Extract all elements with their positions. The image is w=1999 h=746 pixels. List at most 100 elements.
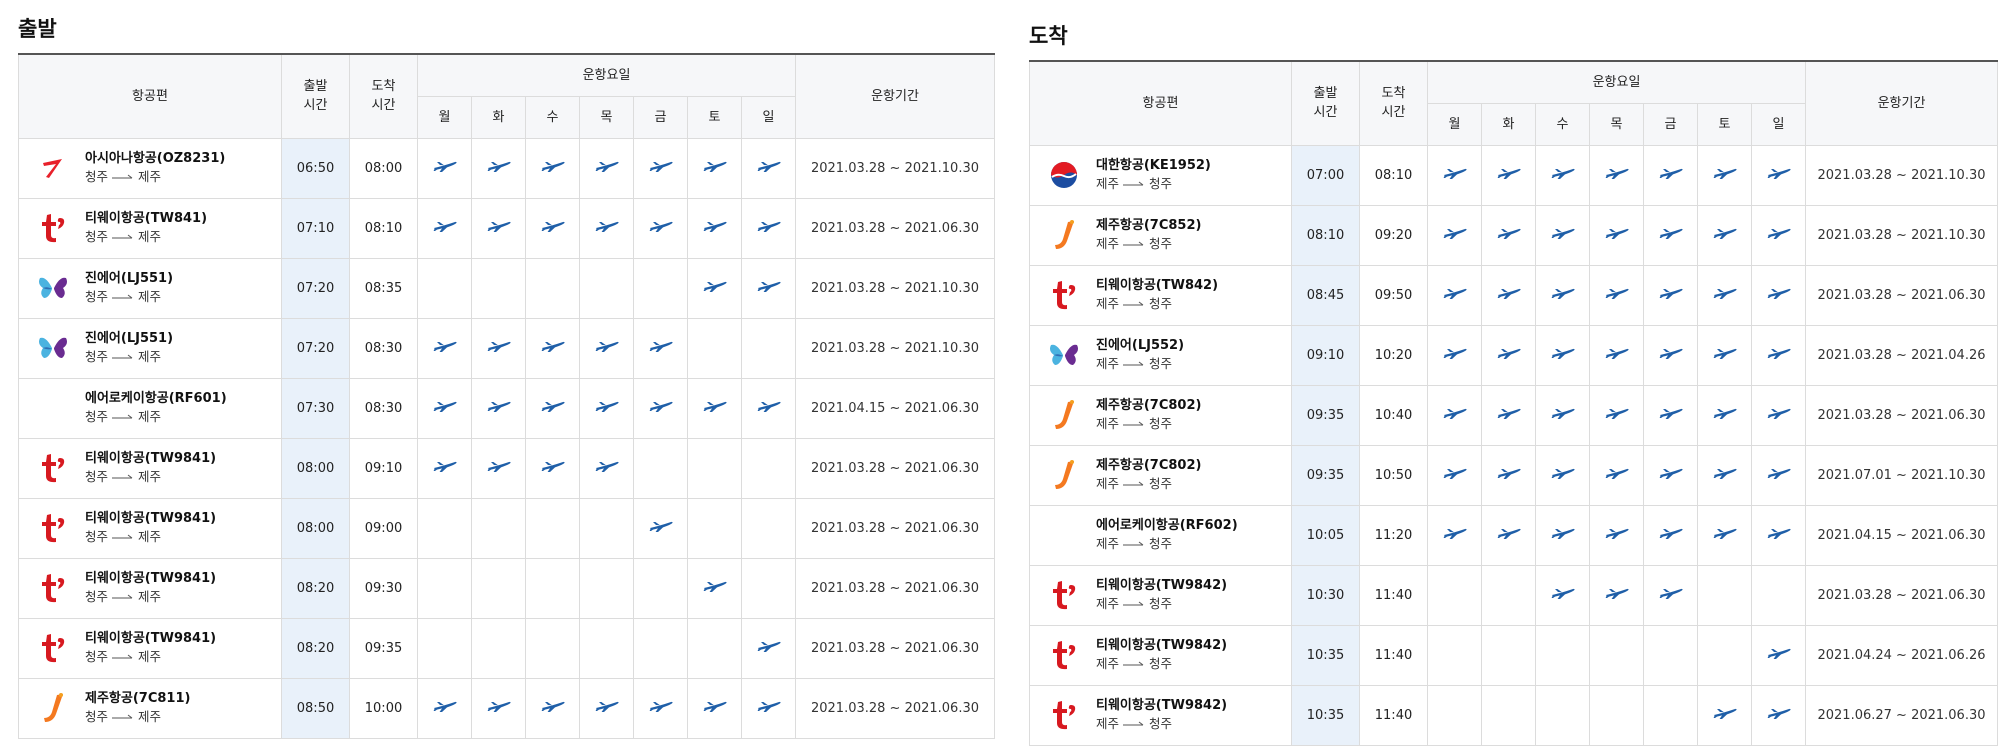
route-to: 청주 bbox=[1149, 716, 1173, 731]
departure-time: 09:35 bbox=[1291, 384, 1360, 446]
airline-cell: 티웨이항공(TW9842) 제주 청주 bbox=[1029, 624, 1292, 686]
airplane-icon bbox=[1605, 166, 1629, 184]
day-cell-fri bbox=[633, 437, 688, 499]
airline-name: 진에어(LJ551) bbox=[85, 331, 174, 346]
day-cell-sun bbox=[1751, 144, 1806, 206]
tway-logo-icon bbox=[35, 630, 71, 666]
airline-cell: 제주항공(7C802) 제주 청주 bbox=[1029, 384, 1292, 446]
days-group-header: 운항요일 bbox=[417, 53, 796, 97]
day-cell-mon bbox=[1427, 684, 1482, 746]
airline-name: 티웨이항공(TW9841) bbox=[85, 511, 217, 526]
airplane-icon bbox=[1605, 526, 1629, 544]
airline-cell: 티웨이항공(TW9841) 청주 제주 bbox=[18, 437, 282, 499]
operating-period: 2021.03.28 ~ 2021.10.30 bbox=[795, 137, 995, 199]
airplane-icon bbox=[649, 219, 673, 237]
operating-period: 2021.03.28 ~ 2021.06.30 bbox=[795, 437, 995, 499]
day-cell-fri bbox=[1643, 384, 1698, 446]
airline-name: 아시아나항공(OZ8231) bbox=[85, 151, 226, 166]
departure-time: 07:30 bbox=[281, 377, 350, 439]
day-header-thu: 목 bbox=[579, 95, 634, 139]
airline-name: 티웨이항공(TW9841) bbox=[85, 451, 217, 466]
airplane-icon bbox=[1659, 346, 1683, 364]
operating-period: 2021.03.28 ~ 2021.04.26 bbox=[1805, 324, 1998, 386]
arrival-time: 09:10 bbox=[349, 437, 418, 499]
day-cell-wed bbox=[525, 137, 580, 199]
airline-info: 대한항공(KE1952) 제주 청주 bbox=[1030, 157, 1291, 193]
day-cell-mon bbox=[417, 497, 472, 559]
airplane-icon bbox=[1497, 406, 1521, 424]
airplane-icon bbox=[757, 699, 781, 717]
day-cell-sun bbox=[1751, 504, 1806, 566]
airplane-icon bbox=[595, 339, 619, 357]
route-arrow-icon bbox=[1123, 475, 1145, 493]
route: 제주 청주 bbox=[1096, 475, 1201, 493]
day-cell-sun bbox=[1751, 684, 1806, 746]
airplane-icon bbox=[433, 219, 457, 237]
airplane-icon bbox=[487, 159, 511, 177]
day-cell-fri bbox=[1643, 444, 1698, 506]
route-from: 제주 bbox=[1096, 656, 1120, 671]
airline-name: 티웨이항공(TW841) bbox=[85, 211, 208, 226]
airline-name: 티웨이항공(TW9841) bbox=[85, 571, 217, 586]
route: 청주 제주 bbox=[85, 348, 173, 366]
flight-row: 아시아나항공(OZ8231) 청주 제주 06:50 08:00 2021.03.28 ~… bbox=[18, 137, 995, 199]
day-cell-thu bbox=[579, 377, 634, 439]
operating-period: 2021.04.15 ~ 2021.06.30 bbox=[795, 377, 995, 439]
airplane-icon bbox=[1713, 226, 1737, 244]
airline-text: 진에어(LJ551) 청주 제주 bbox=[85, 270, 173, 306]
flight-row: 티웨이항공(TW9841) 청주 제주 08:00 09:10 2021.03.28 ~ … bbox=[18, 437, 995, 499]
day-cell-mon bbox=[1427, 264, 1482, 326]
airplane-icon bbox=[1659, 526, 1683, 544]
operating-period: 2021.03.28 ~ 2021.06.30 bbox=[1805, 564, 1998, 626]
airline-name: 제주항공(7C852) bbox=[1096, 218, 1202, 233]
airline-text: 티웨이항공(TW841) 청주 제주 bbox=[85, 210, 207, 246]
route-arrow-icon bbox=[112, 588, 134, 606]
airplane-icon bbox=[1605, 466, 1629, 484]
airplane-icon bbox=[1767, 526, 1791, 544]
arrival-time: 09:20 bbox=[1359, 204, 1428, 266]
operating-period: 2021.03.28 ~ 2021.10.30 bbox=[795, 317, 995, 379]
airline-logo-placeholder bbox=[1046, 517, 1082, 553]
airline-text: 제주항공(7C852) 제주 청주 bbox=[1096, 217, 1201, 253]
airline-name: 티웨이항공(TW9841) bbox=[85, 631, 217, 646]
airplane-icon bbox=[1659, 406, 1683, 424]
day-cell-sat bbox=[687, 497, 742, 559]
airplane-icon bbox=[757, 279, 781, 297]
route: 청주 제주 bbox=[85, 708, 190, 726]
day-cell-mon bbox=[417, 377, 472, 439]
route-from: 제주 bbox=[1096, 236, 1120, 251]
airplane-icon bbox=[757, 639, 781, 657]
airplane-icon bbox=[703, 219, 727, 237]
flight-row: 에어로케이항공(RF601) 청주 제주 07:30 08:30 2021.04.15 ~… bbox=[18, 377, 995, 439]
jeju-logo-icon bbox=[35, 690, 71, 726]
route-to: 청주 bbox=[1149, 476, 1173, 491]
day-cell-sat bbox=[1697, 204, 1752, 266]
day-cell-sat bbox=[687, 197, 742, 259]
airline-cell: 진에어(LJ551) 청주 제주 bbox=[18, 317, 282, 379]
arrival-time: 10:00 bbox=[349, 677, 418, 739]
departure-time: 10:30 bbox=[1291, 564, 1360, 626]
koreanair-logo-icon bbox=[1046, 157, 1082, 193]
airline-cell: 티웨이항공(TW9841) 청주 제주 bbox=[18, 617, 282, 679]
airplane-icon bbox=[1767, 466, 1791, 484]
airline-cell: 아시아나항공(OZ8231) 청주 제주 bbox=[18, 137, 282, 199]
flight-row: 티웨이항공(TW9842) 제주 청주 10:30 11:40 2021.03.28 ~ … bbox=[1029, 564, 1998, 626]
airplane-icon bbox=[703, 279, 727, 297]
airplane-icon bbox=[541, 339, 565, 357]
airplane-icon bbox=[703, 399, 727, 417]
airline-header: 항공편 bbox=[1029, 60, 1292, 146]
airline-text: 티웨이항공(TW9842) 제주 청주 bbox=[1096, 637, 1227, 673]
day-cell-tue bbox=[471, 257, 526, 319]
day-cell-sat bbox=[1697, 144, 1752, 206]
day-cell-sun bbox=[741, 377, 796, 439]
arr-time-header: 도착 시간 bbox=[349, 53, 418, 139]
airline-cell: 진에어(LJ551) 청주 제주 bbox=[18, 257, 282, 319]
day-cell-thu bbox=[579, 557, 634, 619]
route-arrow-icon bbox=[1123, 355, 1145, 373]
arrival-time: 11:40 bbox=[1359, 684, 1428, 746]
route: 제주 청주 bbox=[1096, 715, 1227, 733]
airplane-icon bbox=[757, 159, 781, 177]
day-cell-sat bbox=[1697, 684, 1752, 746]
airplane-icon bbox=[1497, 346, 1521, 364]
day-cell-wed bbox=[525, 257, 580, 319]
